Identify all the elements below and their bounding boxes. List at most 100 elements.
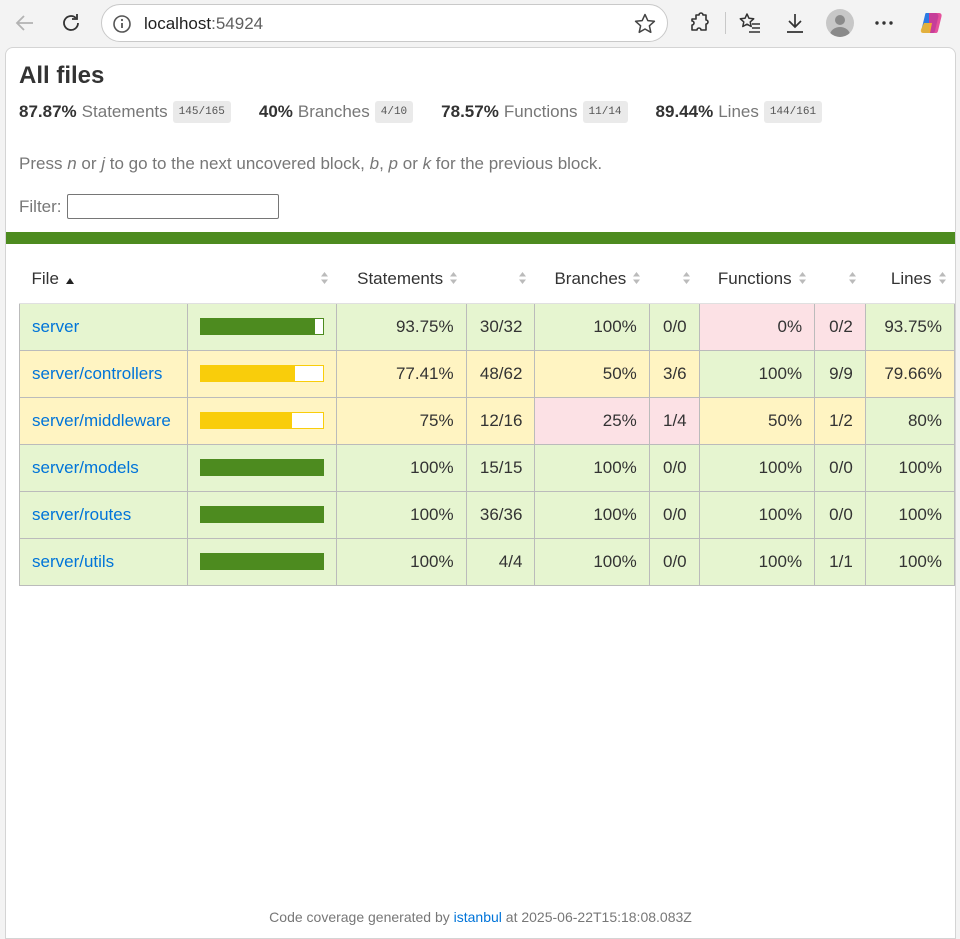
extensions-button[interactable]: [683, 7, 715, 39]
coverage-bar-fill: [200, 507, 323, 522]
file-link[interactable]: server/middleware: [32, 411, 171, 430]
site-info-icon[interactable]: [112, 14, 132, 39]
functions-pct: 100%: [698, 349, 816, 398]
summary-pct: 89.44%: [655, 102, 714, 121]
arrow-left-icon: [15, 15, 33, 31]
file-cell: server/utils: [19, 537, 188, 586]
hint-key: k: [422, 154, 432, 173]
statements-fraction: 15/15: [465, 443, 536, 492]
page-viewport: All files 87.87% Statements 145/165 40% …: [5, 47, 956, 939]
branches-fraction: 1/4: [648, 396, 700, 445]
hint-text: ,: [379, 154, 389, 173]
file-link[interactable]: server: [32, 317, 79, 336]
hint-text: Press: [19, 154, 68, 173]
branches-pct: 25%: [534, 396, 650, 445]
favorite-star-icon[interactable]: [633, 12, 657, 41]
coverage-bar-cell: [186, 349, 338, 398]
summary-label: Branches: [297, 102, 370, 121]
header-functions-raw[interactable]: [814, 257, 866, 304]
filter-row: Filter:: [19, 194, 279, 219]
address-bar[interactable]: localhost:54924: [101, 4, 668, 42]
table-header-row: File Statements Branches Functions Lines: [19, 257, 955, 304]
downloads-button[interactable]: [779, 7, 811, 39]
puzzle-icon: [691, 12, 709, 31]
summary-fraction: 145/165: [172, 101, 231, 123]
statements-pct: 93.75%: [336, 302, 467, 351]
statements-pct: 75%: [336, 396, 467, 445]
page-title: All files: [19, 62, 105, 89]
copilot-button[interactable]: [916, 7, 948, 39]
footer: Code coverage generated by istanbul at 2…: [6, 909, 955, 925]
header-label: File: [31, 269, 59, 289]
summary-pct: 87.87%: [19, 102, 77, 121]
download-icon: [787, 14, 803, 33]
file-link[interactable]: server/routes: [32, 505, 131, 524]
statements-pct: 100%: [336, 443, 467, 492]
branches-pct: 100%: [534, 490, 650, 539]
statements-pct: 77.41%: [336, 349, 467, 398]
coverage-bar: [199, 412, 324, 429]
sort-icon: [798, 270, 807, 290]
header-statements-raw[interactable]: [466, 257, 535, 304]
toolbar-separator: [725, 12, 726, 34]
back-button[interactable]: [9, 7, 41, 39]
table-row: server/middleware 75% 12/16 25% 1/4 50% 1/2 80%: [19, 396, 955, 445]
hint-key: n: [67, 154, 77, 173]
file-link[interactable]: server/models: [32, 458, 139, 477]
lines-pct: 93.75%: [864, 302, 955, 351]
functions-pct: 100%: [698, 443, 816, 492]
header-label: Functions: [717, 269, 792, 289]
sort-icon: [938, 270, 947, 290]
coverage-table: File Statements Branches Functions Lines…: [19, 257, 955, 586]
file-cell: server/middleware: [19, 396, 188, 445]
sort-icon: [848, 270, 857, 290]
lines-pct: 80%: [864, 396, 955, 445]
branches-pct: 100%: [534, 537, 650, 586]
profile-avatar[interactable]: [826, 9, 854, 37]
hint-text: for the previous block.: [431, 154, 603, 173]
functions-pct: 100%: [698, 537, 816, 586]
header-lines[interactable]: Lines: [865, 257, 955, 304]
coverage-bar: [199, 459, 324, 476]
statements-pct: 100%: [336, 537, 467, 586]
header-branches[interactable]: Branches: [534, 257, 650, 304]
summary-fraction: 144/161: [763, 101, 823, 123]
header-label: Statements: [357, 269, 444, 289]
sort-asc-icon: [65, 270, 75, 290]
header-statements[interactable]: Statements: [336, 257, 467, 304]
functions-fraction: 0/0: [814, 490, 866, 539]
header-functions[interactable]: Functions: [699, 257, 815, 304]
lines-pct: 100%: [864, 490, 955, 539]
header-branches-raw[interactable]: [649, 257, 700, 304]
coverage-bar-fill: [200, 554, 323, 569]
filter-label: Filter:: [19, 196, 62, 216]
header-file[interactable]: File: [19, 257, 187, 304]
file-link[interactable]: server/utils: [32, 552, 114, 571]
footer-prefix: Code coverage generated by: [269, 909, 454, 925]
statements-fraction: 36/36: [465, 490, 536, 539]
sort-icon: [320, 270, 329, 290]
summary-pct: 78.57%: [441, 102, 499, 121]
summary-fraction: 11/14: [582, 101, 628, 123]
summary-lines: 89.44% Lines 144/161: [656, 101, 823, 123]
footer-suffix: at 2025-06-22T15:18:08.083Z: [501, 909, 692, 925]
functions-fraction: 1/2: [814, 396, 866, 445]
favorites-button[interactable]: [734, 7, 766, 39]
lines-pct: 100%: [864, 443, 955, 492]
branches-fraction: 0/0: [648, 490, 700, 539]
file-cell: server: [19, 302, 188, 351]
statements-fraction: 30/32: [465, 302, 536, 351]
coverage-bar-cell: [186, 302, 338, 351]
filter-input[interactable]: [66, 194, 279, 219]
file-cell: server/models: [19, 443, 188, 492]
coverage-bar: [199, 553, 324, 570]
istanbul-link[interactable]: istanbul: [454, 909, 502, 925]
functions-pct: 100%: [698, 490, 816, 539]
file-link[interactable]: server/controllers: [32, 364, 162, 383]
summary-fraction: 4/10: [374, 101, 414, 123]
branches-pct: 100%: [534, 443, 650, 492]
reload-button[interactable]: [55, 7, 87, 39]
more-menu-button[interactable]: [868, 7, 900, 39]
header-file-bar[interactable]: [187, 257, 337, 304]
branches-fraction: 0/0: [648, 302, 700, 351]
